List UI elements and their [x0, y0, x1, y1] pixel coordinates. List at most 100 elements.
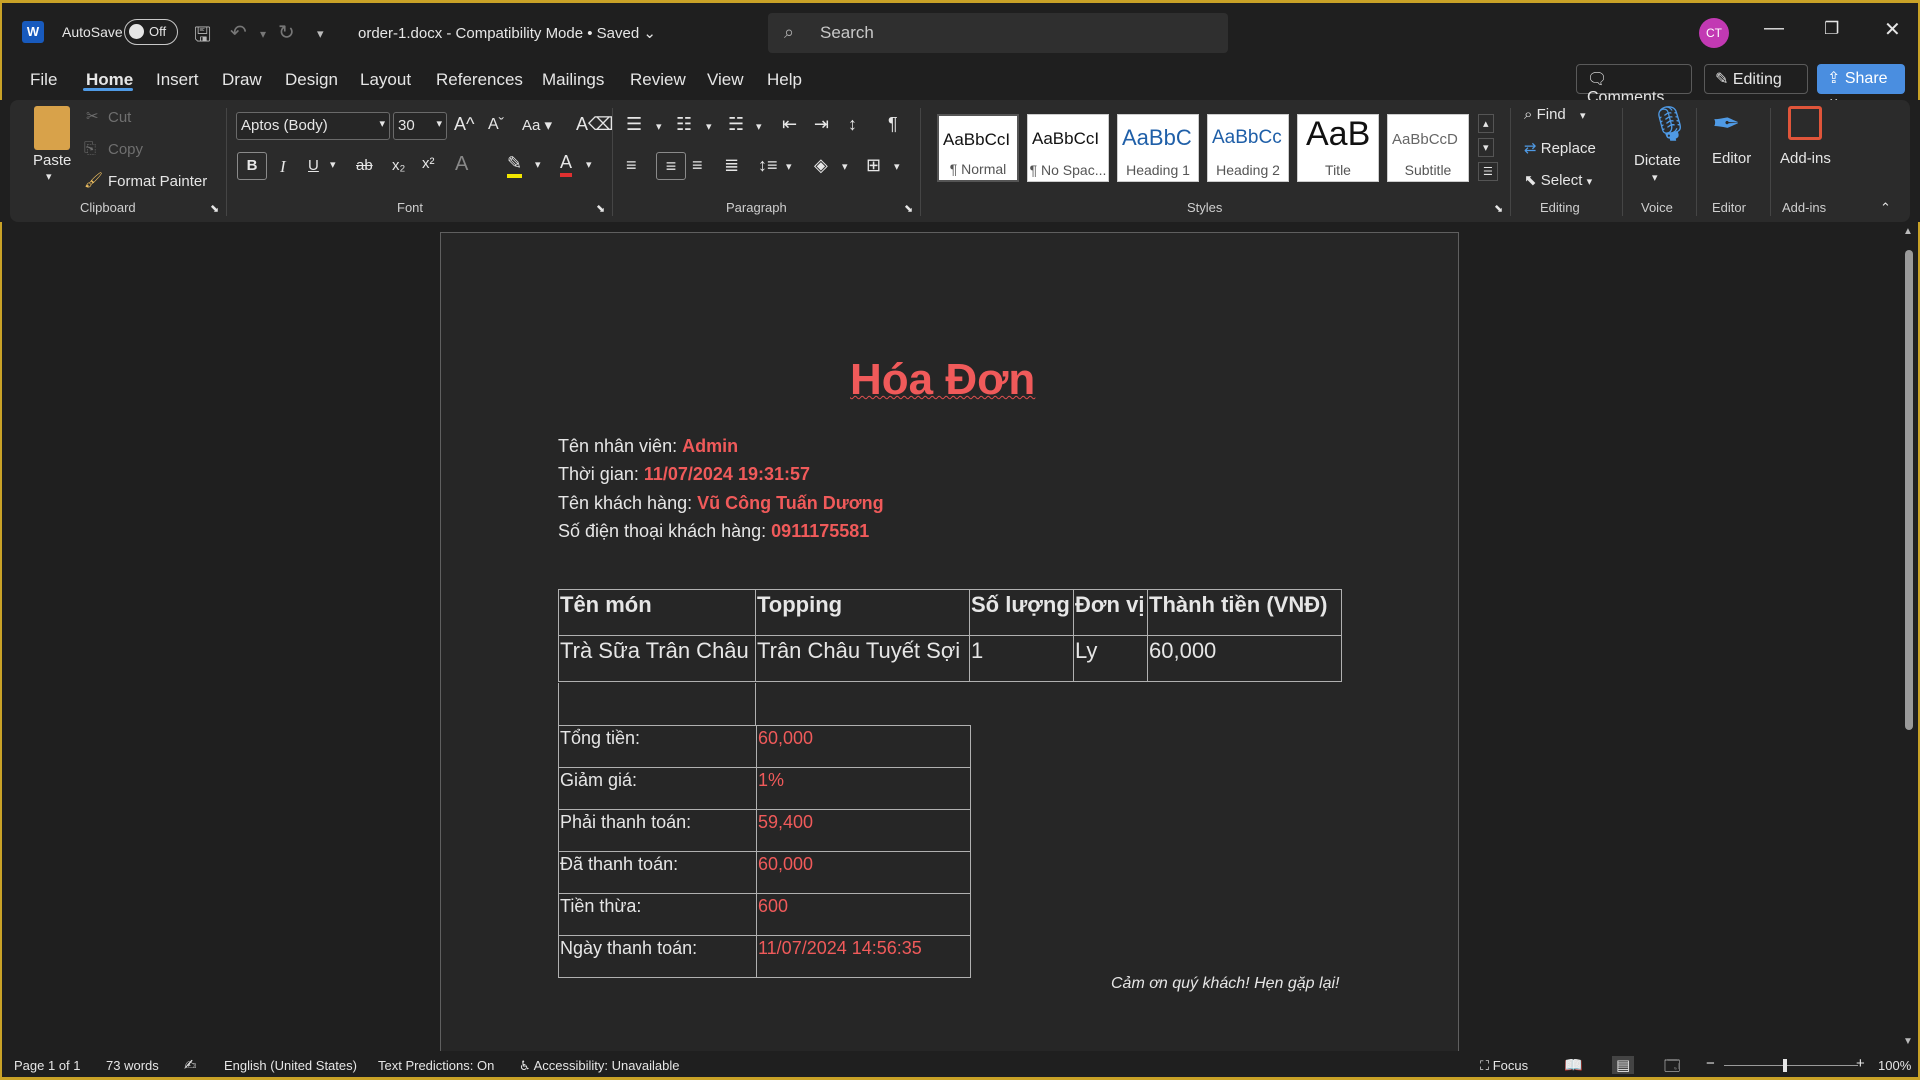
highlight-dropdown-icon[interactable]: ▾ — [535, 158, 541, 171]
undo-icon[interactable]: ↶ — [230, 20, 247, 45]
style-normal[interactable]: AaBbCcI ¶ Normal — [937, 114, 1019, 182]
save-icon[interactable]: 🖫 — [194, 20, 211, 54]
strikethrough-button[interactable]: ab — [356, 157, 373, 174]
format-painter-button[interactable]: Format Painter — [108, 173, 207, 190]
font-size-select[interactable]: 30 ▾ — [393, 112, 447, 140]
addins-grid-icon[interactable] — [1788, 106, 1822, 140]
bullets-icon[interactable]: ☰ — [626, 114, 642, 135]
text-predictions-status[interactable]: Text Predictions: On — [378, 1058, 494, 1073]
bold-button[interactable]: B — [237, 152, 267, 180]
italic-button[interactable]: I — [280, 157, 286, 177]
align-right-icon[interactable]: ≡ — [692, 155, 703, 176]
borders-dropdown-icon[interactable]: ▾ — [894, 160, 900, 173]
font-launcher-icon[interactable]: ⬊ — [596, 202, 605, 215]
styles-more-icon[interactable]: ☰ — [1478, 162, 1498, 181]
paste-icon[interactable] — [34, 106, 70, 150]
highlight-icon[interactable]: ✎ — [507, 153, 523, 178]
font-color-dropdown-icon[interactable]: ▾ — [586, 158, 592, 171]
change-case-button[interactable]: Aa ▾ — [522, 116, 552, 134]
copy-button[interactable]: Copy — [108, 141, 143, 158]
collapse-ribbon-icon[interactable]: ⌃ — [1880, 200, 1891, 216]
read-mode-icon[interactable]: 📖 — [1564, 1056, 1583, 1074]
select-button[interactable]: ⬉ Select ▾ — [1524, 171, 1592, 189]
document-title[interactable]: order-1.docx - Compatibility Mode • Save… — [358, 24, 656, 42]
style-heading-2[interactable]: AaBbCc Heading 2 — [1207, 114, 1289, 182]
dictate-dropdown-icon[interactable]: ▾ — [1652, 171, 1658, 184]
decrease-indent-icon[interactable]: ⇤ — [782, 114, 797, 135]
editor-button[interactable]: Editor — [1712, 150, 1751, 167]
font-color-icon[interactable]: A — [560, 152, 573, 177]
tab-mailings[interactable]: Mailings — [542, 70, 604, 90]
styles-scroll-down-icon[interactable]: ▾ — [1478, 138, 1494, 157]
accessibility-status[interactable]: ♿ Accessibility: Unavailable — [519, 1058, 680, 1074]
proofing-icon[interactable]: ✍ — [184, 1056, 197, 1074]
comments-button[interactable]: 🗨 Comments — [1576, 64, 1692, 106]
zoom-level[interactable]: 100% — [1878, 1058, 1911, 1073]
style-heading-1[interactable]: AaBbC Heading 1 — [1117, 114, 1199, 182]
dictate-button[interactable]: Dictate — [1634, 152, 1681, 169]
align-left-icon[interactable]: ≡ — [626, 155, 637, 176]
vertical-scrollbar[interactable] — [1903, 226, 1915, 1046]
underline-dropdown-icon[interactable]: ▾ — [330, 158, 336, 171]
tab-view[interactable]: View — [707, 70, 744, 90]
scroll-down-icon[interactable]: ▼ — [1903, 1036, 1913, 1047]
multilevel-dropdown-icon[interactable]: ▾ — [756, 120, 762, 133]
shading-dropdown-icon[interactable]: ▾ — [842, 160, 848, 173]
customize-toolbar-icon[interactable]: ▾ — [317, 26, 324, 42]
styles-scroll-up-icon[interactable]: ▴ — [1478, 114, 1494, 133]
zoom-slider[interactable] — [1724, 1065, 1858, 1066]
tab-file[interactable]: File — [30, 70, 57, 90]
zoom-out-icon[interactable]: − — [1706, 1055, 1715, 1072]
tab-review[interactable]: Review — [630, 70, 686, 90]
justify-icon[interactable]: ≣ — [724, 155, 739, 176]
underline-button[interactable]: U — [308, 157, 319, 174]
increase-indent-icon[interactable]: ⇥ — [814, 114, 829, 135]
editing-mode-button[interactable]: ✎ Editing ⌄ — [1704, 64, 1808, 108]
paragraph-launcher-icon[interactable]: ⬊ — [904, 202, 913, 215]
numbering-icon[interactable]: ☷ — [676, 114, 692, 135]
replace-button[interactable]: ⇄ Replace — [1524, 139, 1596, 157]
text-effects-icon[interactable]: A — [455, 153, 468, 176]
undo-dropdown-icon[interactable]: ▾ — [260, 27, 266, 41]
numbering-dropdown-icon[interactable]: ▾ — [706, 120, 712, 133]
redo-icon[interactable]: ↻ — [278, 20, 295, 45]
print-layout-icon[interactable]: ▤ — [1612, 1056, 1635, 1074]
paste-dropdown-icon[interactable]: ▾ — [46, 170, 52, 183]
avatar[interactable]: CT — [1699, 18, 1729, 48]
style-subtitle[interactable]: AaBbCcD Subtitle — [1387, 114, 1469, 182]
show-formatting-icon[interactable]: ¶ — [888, 114, 898, 135]
style-no-spacing[interactable]: AaBbCcI ¶ No Spac... — [1027, 114, 1109, 182]
page-count[interactable]: Page 1 of 1 — [14, 1058, 81, 1073]
paste-button[interactable]: Paste — [33, 152, 71, 169]
restore-icon[interactable]: ❐ — [1824, 19, 1839, 39]
grow-font-icon[interactable]: A^ — [454, 114, 474, 135]
share-button[interactable]: ⇪ Share ⌄ — [1817, 64, 1905, 107]
focus-button[interactable]: ⛶ Focus — [1480, 1058, 1528, 1074]
superscript-button[interactable]: x² — [422, 155, 435, 172]
zoom-slider-thumb[interactable] — [1783, 1059, 1787, 1072]
tab-home[interactable]: Home — [86, 70, 133, 90]
microphone-icon[interactable]: 🎙 — [1648, 104, 1691, 144]
scroll-up-icon[interactable]: ▲ — [1903, 226, 1913, 237]
addins-button[interactable]: Add-ins — [1780, 150, 1831, 167]
bullets-dropdown-icon[interactable]: ▾ — [656, 120, 662, 133]
find-button[interactable]: ⌕ Find ▾ — [1524, 106, 1585, 123]
shading-icon[interactable]: ◈ — [814, 155, 828, 176]
autosave-toggle[interactable]: Off — [124, 19, 178, 45]
cut-button[interactable]: Cut — [108, 109, 131, 126]
tab-references[interactable]: References — [436, 70, 523, 90]
borders-icon[interactable]: ⊞ — [866, 155, 881, 176]
minimize-icon[interactable]: — — [1764, 17, 1784, 40]
clear-formatting-icon[interactable]: A⌫ — [576, 114, 613, 135]
web-layout-icon[interactable]: 🗔 — [1664, 1056, 1680, 1080]
sort-icon[interactable]: ↕ — [848, 114, 857, 135]
zoom-in-icon[interactable]: + — [1856, 1055, 1865, 1072]
style-title[interactable]: AaB Title — [1297, 114, 1379, 182]
tab-design[interactable]: Design — [285, 70, 338, 90]
word-count[interactable]: 73 words — [106, 1058, 159, 1073]
tab-insert[interactable]: Insert — [156, 70, 199, 90]
align-center-icon[interactable]: ≡ — [656, 152, 686, 180]
tab-draw[interactable]: Draw — [222, 70, 262, 90]
editor-pen-icon[interactable]: ✒ — [1712, 104, 1741, 144]
clipboard-launcher-icon[interactable]: ⬊ — [210, 202, 219, 215]
